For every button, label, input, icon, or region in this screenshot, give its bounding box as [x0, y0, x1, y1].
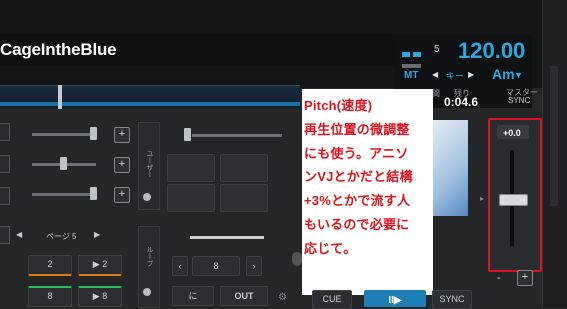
settings-gear-icon[interactable]: ⚙ [278, 292, 287, 303]
pitch-value[interactable]: +0.0 [503, 128, 521, 138]
loop-decrease-button[interactable]: ‹ [172, 256, 188, 276]
bpm-display[interactable]: 120.00 [458, 38, 525, 64]
key-left-arrow-icon[interactable]: ◀ [432, 70, 438, 79]
loop-length-slider[interactable] [190, 236, 264, 239]
pitch-minus-button[interactable]: - [497, 272, 501, 284]
cue-button[interactable]: CUE [312, 290, 352, 309]
fx-slider-3-track[interactable] [32, 193, 96, 196]
hotcue-button-2[interactable]: 2 [28, 255, 72, 276]
master-tempo-toggle[interactable]: MT [404, 70, 418, 81]
remain-time: 0:04.6 [444, 95, 479, 109]
hotcue-button-8a[interactable]: 8 [28, 286, 72, 307]
master-sync-label: SYNC [508, 96, 531, 105]
deck-icon [402, 44, 424, 68]
hotcue-button-3[interactable]: ▶ 2 [78, 255, 122, 276]
fx-plus-button-2[interactable]: + [114, 157, 130, 173]
sampler-pad-4[interactable] [220, 184, 268, 212]
loop-in-button[interactable]: に [172, 286, 214, 306]
user-label: ユーザー [146, 150, 153, 178]
page-label: ページ 5 [46, 232, 77, 241]
loop-out-button[interactable]: OUT [220, 286, 268, 306]
loop-increase-button[interactable]: › [246, 256, 262, 276]
artwork-arrow-icon[interactable]: ▸ [480, 194, 484, 203]
fx-slider-2-knob[interactable] [60, 157, 67, 170]
sampler-pad-2[interactable] [220, 154, 268, 182]
key-label: キー [446, 71, 465, 81]
key-value[interactable]: Am [492, 66, 515, 82]
sampler-pad-3[interactable] [167, 184, 215, 212]
key-right-arrow-icon[interactable]: ▶ [468, 70, 474, 79]
fx-checkbox-2[interactable] [0, 155, 10, 173]
sampler-pad-1[interactable] [167, 154, 215, 182]
loop-panel [138, 226, 160, 308]
play-pause-label: II▶ [388, 295, 402, 306]
play-pause-button[interactable]: II▶ [364, 290, 426, 307]
key-dropdown-icon[interactable]: ▼ [514, 70, 523, 80]
fx-checkbox-3[interactable] [0, 187, 10, 205]
loop-indicator-dot[interactable] [143, 288, 151, 296]
hotcue-label-8b: ▶ 8 [92, 291, 108, 301]
loop-length-value[interactable]: 8 [192, 256, 240, 276]
pitch-fader-knob[interactable] [499, 194, 528, 206]
deck-number: 5 [434, 44, 440, 55]
nudge-dot[interactable] [292, 252, 302, 266]
album-artwork [430, 120, 468, 216]
sync-button[interactable]: SYNC [432, 290, 472, 309]
scroll-indicator[interactable] [550, 66, 558, 206]
fx-checkbox-1[interactable] [0, 123, 10, 141]
hotcue-button-8b[interactable]: ▶ 8 [78, 286, 122, 307]
playhead-marker[interactable] [58, 85, 62, 109]
waveform-progress [0, 102, 300, 106]
annotation-text: Pitch(速度) 再生位置の微調整 にも使う。アニソ ンVJとかだと結構 +3… [304, 98, 413, 256]
fx-slider-3-knob[interactable] [90, 187, 97, 200]
page-next-arrow-icon[interactable]: ▶ [94, 230, 100, 239]
sampler-slider-knob[interactable] [184, 128, 191, 141]
loop-label: ループ [146, 246, 153, 267]
pitch-plus-button[interactable]: + [517, 270, 533, 286]
fx-slider-1-track[interactable] [32, 133, 96, 136]
fx-plus-button-1[interactable]: + [114, 127, 130, 143]
sampler-slider-track[interactable] [192, 134, 282, 137]
page-prev-checkbox[interactable] [0, 226, 10, 244]
track-title: CageIntheBlue [0, 40, 117, 59]
user-indicator-dot[interactable] [143, 193, 151, 201]
hotcue-label-2: 2 [47, 259, 53, 269]
fx-plus-button-3[interactable]: + [114, 187, 130, 203]
fx-slider-1-knob[interactable] [90, 127, 97, 140]
hotcue-label-8a: 8 [47, 291, 53, 301]
page-prev-arrow-icon[interactable]: ◀ [16, 230, 22, 239]
hotcue-label-3: ▶ 2 [92, 259, 108, 269]
